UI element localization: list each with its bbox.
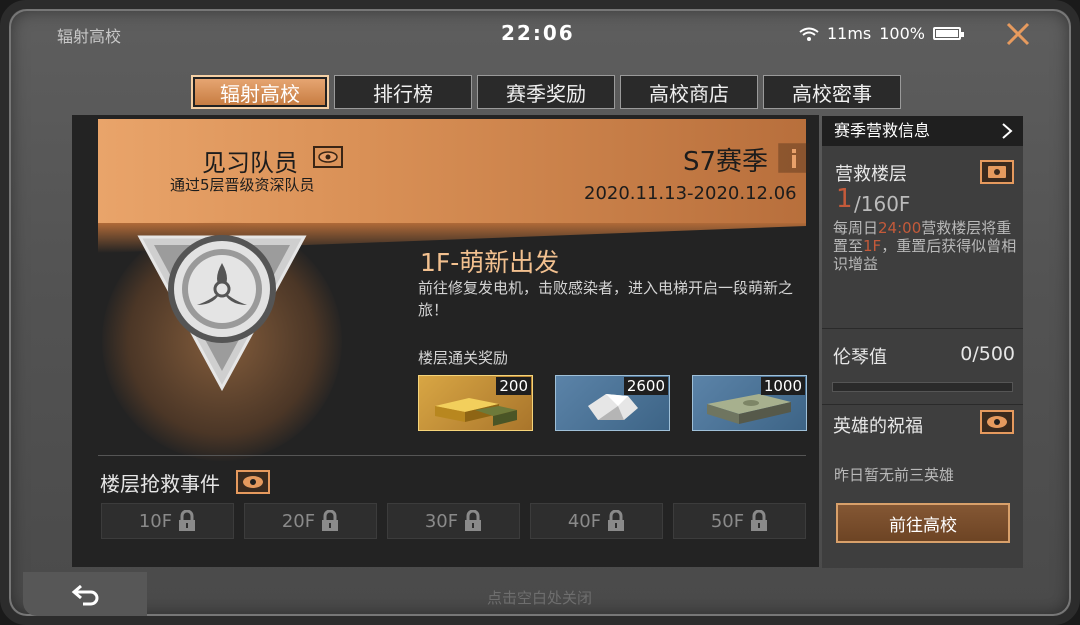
reward-item-silver[interactable]: 2600 bbox=[555, 375, 670, 431]
rescue-floor-40f[interactable]: 40F bbox=[530, 503, 663, 539]
rescue-floor-30f[interactable]: 30F bbox=[387, 503, 520, 539]
reward-item-gold[interactable]: 200 bbox=[418, 375, 533, 431]
info-icon[interactable] bbox=[778, 143, 810, 173]
battery-text: 100% bbox=[879, 24, 925, 43]
tab-leaderboard[interactable]: 排行榜 bbox=[334, 75, 472, 109]
reset-prefix: 每周日 bbox=[833, 219, 879, 237]
lock-icon bbox=[465, 510, 482, 531]
device-frame: 辐射高校 22:06 11ms 100% 辐射高校 排行榜 赛季奖励 高校商店 … bbox=[0, 0, 1080, 625]
back-button[interactable] bbox=[23, 572, 147, 616]
reward-count: 1000 bbox=[760, 377, 805, 395]
reward-count: 2600 bbox=[623, 377, 668, 395]
tab-radiation-school[interactable]: 辐射高校 bbox=[191, 75, 329, 109]
rescue-floor-50f[interactable]: 50F bbox=[673, 503, 806, 539]
floor-label: 40F bbox=[567, 510, 602, 532]
total-rescue-floor: /160F bbox=[854, 192, 911, 216]
main-panel: 见习队员 通过5层晋级资深队员 S7赛季 2020.11.13-2020.12.… bbox=[72, 115, 819, 567]
tab-school-shop[interactable]: 高校商店 bbox=[620, 75, 758, 109]
reward-item-cash[interactable]: 1000 bbox=[692, 375, 807, 431]
rank-title: 见习队员 bbox=[202, 149, 298, 177]
status-time: 22:06 bbox=[501, 21, 575, 45]
roentgen-value: 0/500 bbox=[960, 343, 1015, 365]
lock-icon bbox=[322, 510, 339, 531]
rescue-floor-10f[interactable]: 10F bbox=[101, 503, 234, 539]
reset-time: 24:00 bbox=[878, 219, 922, 237]
status-app-name: 辐射高校 bbox=[57, 27, 122, 46]
rank-subtitle: 通过5层晋级资深队员 bbox=[170, 176, 315, 194]
rank-emblem-icon bbox=[137, 235, 307, 392]
ping-text: 11ms bbox=[826, 24, 872, 43]
floor-label: 20F bbox=[281, 510, 316, 532]
current-rescue-floor: 1 bbox=[836, 184, 853, 214]
close-icon[interactable] bbox=[1005, 21, 1031, 47]
status-indicators: 11ms 100% bbox=[799, 24, 964, 43]
floor-label: 50F bbox=[710, 510, 745, 532]
floor-label: 30F bbox=[424, 510, 459, 532]
reset-note: 每周日24:00营救楼层将重置至1F，重置后获得似曾相识增益 bbox=[833, 219, 1018, 273]
lock-icon bbox=[608, 510, 625, 531]
rescue-floor-list: 10F 20F 30F 40F 50F bbox=[101, 503, 806, 539]
lock-icon bbox=[751, 510, 768, 531]
battery-icon bbox=[933, 27, 964, 40]
floor-description: 前往修复发电机，击败感染者，进入电梯开启一段萌新之旅！ bbox=[418, 279, 794, 319]
wifi-icon bbox=[799, 27, 819, 41]
rescue-floor-20f[interactable]: 20F bbox=[244, 503, 377, 539]
rescue-floor-label: 营救楼层 bbox=[835, 164, 907, 185]
roentgen-label: 伦琴值 bbox=[833, 347, 887, 368]
floor-title: 1F-萌新出发 bbox=[420, 248, 560, 277]
eye-icon[interactable] bbox=[980, 410, 1014, 434]
divider bbox=[822, 328, 1023, 329]
season-banner: 见习队员 通过5层晋级资深队员 S7赛季 2020.11.13-2020.12.… bbox=[98, 119, 810, 223]
season-rescue-panel: 赛季营救信息 营救楼层 1 /160F 每周日24:00营救楼层将重置至1F，重… bbox=[822, 116, 1023, 568]
back-arrow-icon bbox=[71, 584, 99, 606]
eye-icon[interactable] bbox=[980, 160, 1014, 184]
reward-label: 楼层通关奖励 bbox=[418, 349, 509, 367]
season-rescue-header-label: 赛季营救信息 bbox=[834, 121, 931, 140]
chevron-right-icon bbox=[1002, 123, 1013, 139]
lock-icon bbox=[179, 510, 196, 531]
season-dates: 2020.11.13-2020.12.06 bbox=[584, 183, 797, 204]
tap-to-close-hint[interactable]: 点击空白处关闭 bbox=[487, 587, 592, 608]
eye-icon[interactable] bbox=[236, 470, 270, 494]
divider bbox=[822, 404, 1023, 405]
tab-school-secrets[interactable]: 高校密事 bbox=[763, 75, 901, 109]
season-title: S7赛季 bbox=[683, 147, 769, 177]
roentgen-progress-bar bbox=[832, 382, 1013, 392]
reward-count: 200 bbox=[496, 377, 531, 395]
hero-blessing-label: 英雄的祝福 bbox=[833, 416, 923, 437]
divider bbox=[98, 455, 806, 456]
season-rescue-header[interactable]: 赛季营救信息 bbox=[822, 116, 1023, 146]
rescue-events-title: 楼层抢救事件 bbox=[100, 472, 220, 496]
reward-list: 200 2600 1000 bbox=[418, 375, 807, 431]
floor-label: 10F bbox=[138, 510, 173, 532]
eye-icon[interactable] bbox=[313, 146, 343, 168]
hero-blessing-note: 昨日暂无前三英雄 bbox=[834, 466, 955, 484]
tab-bar: 辐射高校 排行榜 赛季奖励 高校商店 高校密事 bbox=[191, 75, 901, 109]
go-to-school-button[interactable]: 前往高校 bbox=[836, 503, 1010, 543]
tab-season-rewards[interactable]: 赛季奖励 bbox=[477, 75, 615, 109]
reset-floor: 1F bbox=[863, 237, 882, 255]
